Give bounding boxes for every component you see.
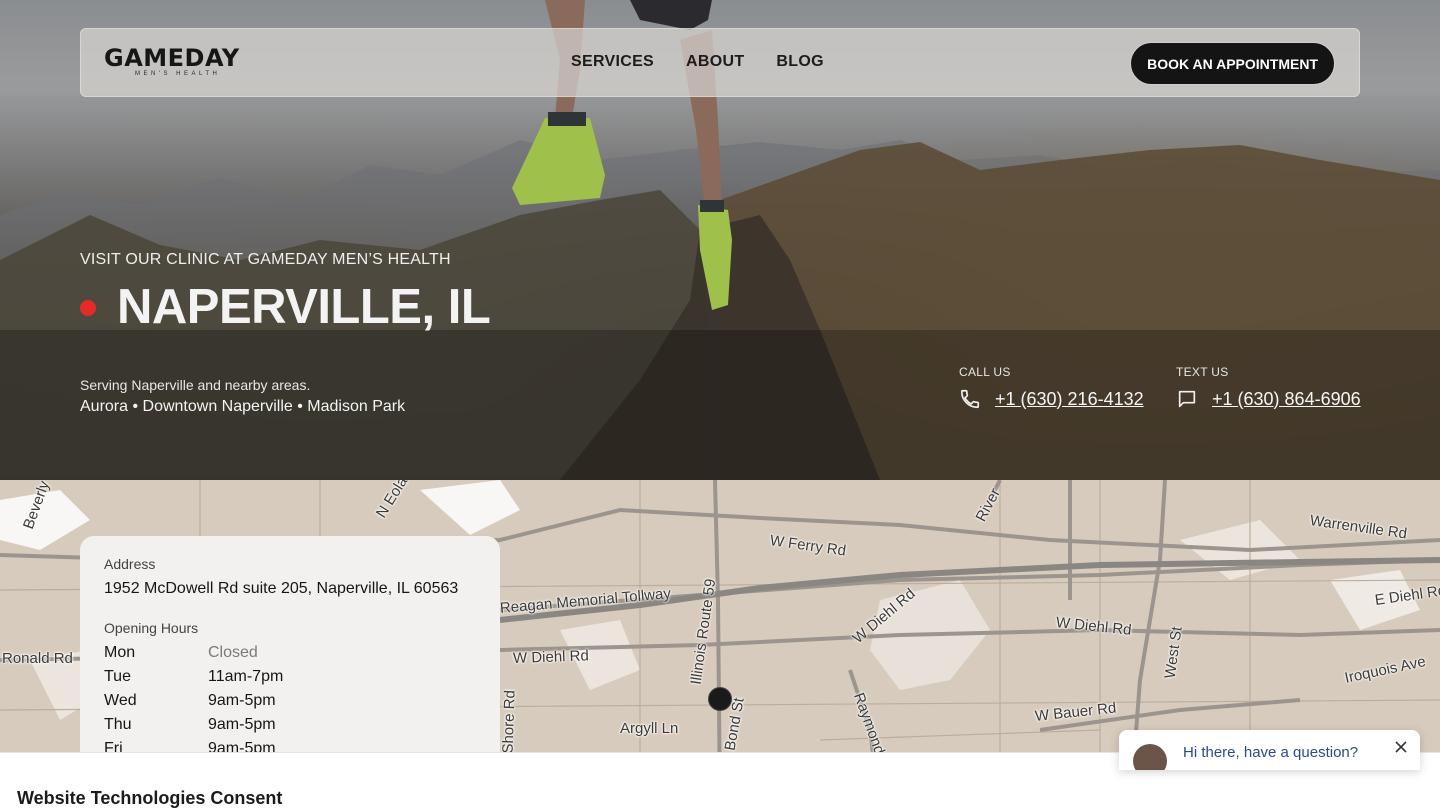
location-info-card: Address 1952 McDowell Rd suite 205, Nape…: [80, 536, 500, 776]
hours-row: Thu 9am-5pm: [104, 713, 476, 737]
text-us-label: TEXT US: [1176, 365, 1229, 379]
hours-time: Closed: [208, 644, 258, 661]
service-area-list: Aurora • Downtown Naperville • Madison P…: [80, 398, 406, 415]
chat-agent-avatar: [1133, 744, 1167, 770]
clinic-location-pin[interactable]: [708, 687, 732, 711]
hero-title-row: NAPERVILLE, IL: [80, 280, 491, 334]
page-title: NAPERVILLE, IL: [117, 280, 491, 334]
map-label-ronald: Ronald Rd: [2, 650, 73, 667]
chat-widget[interactable]: Hi there, have a question?: [1119, 730, 1420, 770]
hours-row: Wed 9am-5pm: [104, 689, 476, 713]
main-nav: SERVICES ABOUT BLOG: [571, 53, 824, 71]
hours-day: Wed: [104, 692, 137, 709]
opening-hours-list: Mon Closed Tue 11am-7pm Wed 9am-5pm Thu …: [104, 641, 476, 761]
hours-time: 9am-5pm: [208, 716, 276, 733]
text-us-line: +1 (630) 864-6906: [1176, 388, 1361, 410]
hours-row: Mon Closed: [104, 641, 476, 665]
hours-day: Tue: [104, 668, 131, 685]
close-icon[interactable]: [1394, 740, 1408, 754]
nav-blog[interactable]: BLOG: [776, 53, 823, 71]
hero-section: GAMEDAY MEN'S HEALTH SERVICES ABOUT BLOG…: [0, 0, 1440, 480]
text-us-block: TEXT US +1 (630) 864-6906: [1176, 365, 1361, 410]
call-us-block: CALL US +1 (630) 216-4132: [959, 365, 1144, 410]
text-us-number[interactable]: +1 (630) 864-6906: [1212, 389, 1361, 410]
call-us-number[interactable]: +1 (630) 216-4132: [995, 389, 1144, 410]
hours-row: Tue 11am-7pm: [104, 665, 476, 689]
call-us-line: +1 (630) 216-4132: [959, 388, 1144, 410]
message-icon: [1178, 390, 1196, 408]
chat-prompt[interactable]: Hi there, have a question?: [1183, 744, 1358, 761]
consent-title: Website Technologies Consent: [17, 788, 283, 808]
service-area-intro: Serving Naperville and nearby areas.: [80, 377, 311, 393]
call-us-label: CALL US: [959, 365, 1011, 379]
clinic-address: 1952 McDowell Rd suite 205, Naperville, …: [104, 580, 459, 597]
hero-eyebrow: VISIT OUR CLINIC AT GAMEDAY MEN’S HEALTH: [80, 251, 451, 268]
map-label-argyll: Argyll Ln: [620, 720, 679, 737]
hours-day: Mon: [104, 644, 136, 661]
nav-services[interactable]: SERVICES: [571, 53, 654, 71]
map-label-diehl-3: W Diehl Rd: [512, 647, 590, 667]
address-label: Address: [104, 556, 156, 572]
logo-tagline: MEN'S HEALTH: [135, 71, 221, 77]
gameday-logo[interactable]: GAMEDAY MEN'S HEALTH: [104, 45, 264, 85]
opening-hours-label: Opening Hours: [104, 620, 199, 636]
location-dot-icon: [80, 300, 96, 316]
hours-day: Thu: [104, 716, 132, 733]
map-label-shore: Shore Rd: [499, 689, 519, 754]
hours-time: 11am-7pm: [208, 668, 284, 685]
phone-icon: [960, 389, 980, 409]
book-appointment-button[interactable]: BOOK AN APPOINTMENT: [1130, 42, 1335, 85]
site-header: GAMEDAY MEN'S HEALTH SERVICES ABOUT BLOG…: [80, 28, 1360, 97]
nav-about[interactable]: ABOUT: [686, 53, 744, 71]
logo-wordmark: GAMEDAY: [104, 44, 240, 72]
hours-time: 9am-5pm: [208, 692, 276, 709]
